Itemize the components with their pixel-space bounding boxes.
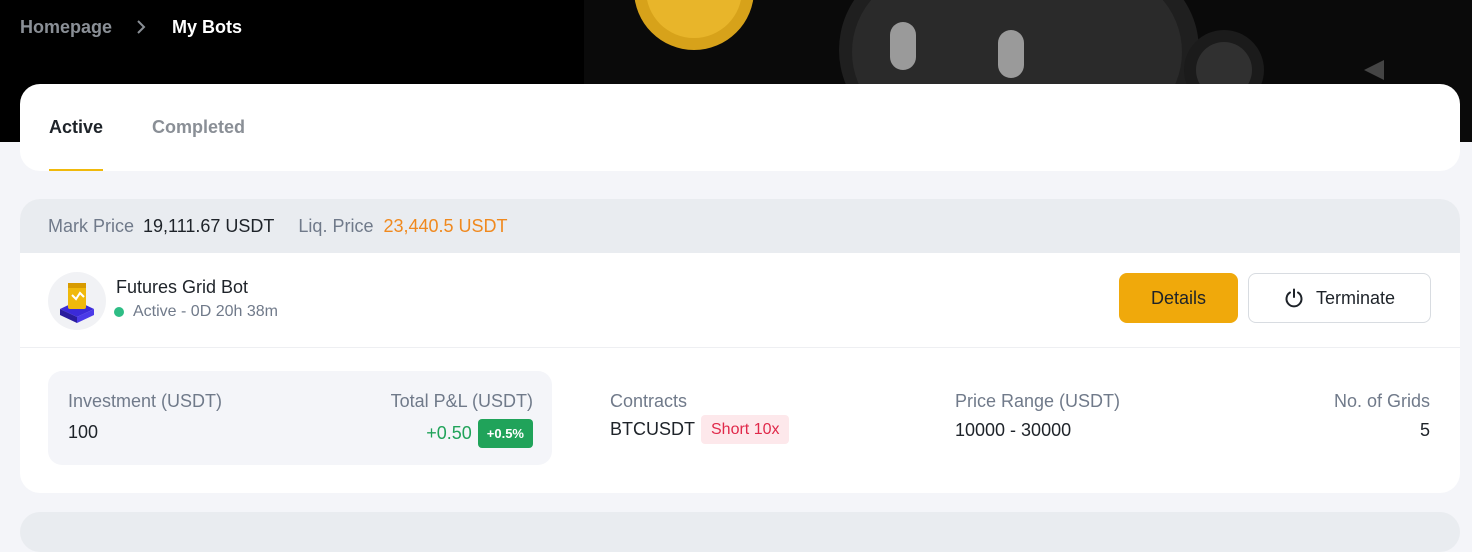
pnl-row: +0.50 +0.5% — [426, 419, 533, 448]
grid-bot-icon — [48, 272, 106, 330]
pnl-percent-badge: +0.5% — [477, 419, 533, 448]
breadcrumb: Homepage My Bots — [20, 14, 242, 40]
price-strip: Mark Price 19,111.67 USDT Liq. Price 23,… — [20, 199, 1460, 253]
terminate-label: Terminate — [1315, 287, 1396, 308]
contracts-label: Contracts — [610, 391, 688, 411]
bot-status-text: Active - 0D 20h 38m — [133, 303, 278, 320]
investment-label: Investment (USDT) — [68, 391, 223, 411]
grids-value: 5 — [1419, 420, 1430, 440]
tab-completed[interactable]: Completed — [152, 84, 245, 171]
price-range-label: Price Range (USDT) — [955, 391, 1121, 411]
pnl-label: Total P&L (USDT) — [390, 391, 533, 411]
chevron-right-icon — [136, 20, 146, 34]
grids-label: No. of Grids — [1333, 391, 1430, 411]
next-bot-card — [20, 512, 1460, 552]
mark-price-label: Mark Price — [48, 215, 135, 236]
liq-price-label: Liq. Price — [298, 215, 374, 236]
short-leverage-badge: Short 10x — [701, 415, 790, 444]
bot-header: Futures Grid Bot Active - 0D 20h 38m Det… — [20, 253, 1460, 348]
bot-name: Futures Grid Bot — [116, 277, 249, 297]
bot-card: Mark Price 19,111.67 USDT Liq. Price 23,… — [20, 199, 1460, 493]
contracts-row: BTCUSDT Short 10x — [610, 415, 790, 444]
mark-price-value: 19,111.67 USDT — [143, 215, 275, 236]
status-dot-icon — [114, 307, 124, 317]
breadcrumb-home-link[interactable]: Homepage — [20, 17, 112, 38]
liq-price-value: 23,440.5 USDT — [383, 215, 508, 236]
power-icon — [1285, 288, 1303, 308]
tab-active[interactable]: Active — [49, 84, 104, 171]
pnl-value: +0.50 — [426, 423, 472, 443]
terminate-button[interactable]: Terminate — [1248, 273, 1431, 323]
investment-value: 100 — [68, 422, 99, 442]
details-button[interactable]: Details — [1119, 273, 1238, 323]
price-range-value: 10000 - 30000 — [955, 420, 1072, 440]
breadcrumb-current: My Bots — [172, 16, 243, 37]
investment-pnl-box: Investment (USDT) 100 Total P&L (USDT) +… — [48, 371, 552, 465]
bot-status: Active - 0D 20h 38m — [114, 303, 278, 321]
contracts-value: BTCUSDT — [610, 419, 695, 439]
tabs-bar: Active Completed — [20, 84, 1460, 171]
